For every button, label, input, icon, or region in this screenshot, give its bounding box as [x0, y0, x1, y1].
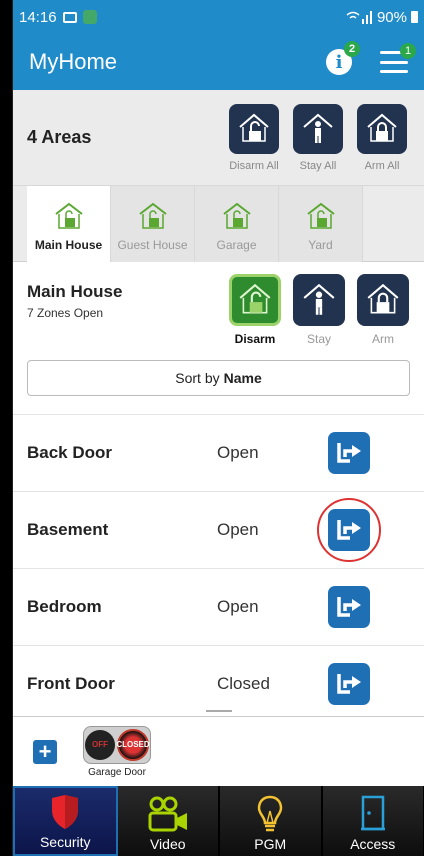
wifi-signal-icon	[346, 11, 372, 24]
zone-name: Basement	[27, 520, 109, 539]
list-item: Bedroom Open	[13, 568, 424, 645]
battery-icon	[411, 11, 418, 23]
zone-header: Main House 7 Zones Open Disarm Stay Arm	[13, 262, 424, 360]
green-house-icon	[138, 202, 167, 229]
zone-status: Open	[217, 597, 259, 616]
green-house-icon	[222, 202, 251, 229]
zone-name: Bedroom	[27, 597, 102, 616]
nav-label: PGM	[254, 836, 287, 852]
nav-access[interactable]: Access	[322, 786, 424, 856]
house-unlocked-icon	[229, 274, 281, 326]
pgm-label: Garage Door	[88, 766, 146, 778]
status-bar: 14:16 90%	[13, 0, 424, 34]
pgm-state-indicator: CLOSED	[116, 728, 150, 761]
area-tabs: Main House Guest House Garage Yard	[13, 186, 424, 262]
pgm-off-indicator: OFF	[85, 729, 115, 760]
disarm-all-button[interactable]: Disarm All	[226, 103, 282, 172]
list-item: Back Door Open	[13, 414, 424, 491]
zone-list: Back Door Open Basement Open Bedroom Ope…	[13, 414, 424, 722]
nav-label: Access	[350, 836, 396, 852]
list-item: Basement Open	[13, 491, 424, 568]
tab-label: Main House	[34, 238, 103, 252]
status-time: 14:16	[19, 8, 57, 26]
area-title: Main House	[27, 282, 123, 301]
battery-percent: 90%	[376, 8, 407, 26]
arm-button[interactable]: Arm	[356, 274, 410, 360]
menu-button[interactable]: 1	[380, 43, 416, 73]
highlight-circle	[317, 498, 381, 562]
zones-open-count: 7 Zones Open	[27, 306, 104, 320]
door-icon	[360, 795, 385, 831]
green-house-icon	[306, 202, 335, 229]
areas-title: 4 Areas	[27, 127, 92, 147]
tab-label: Yard	[308, 238, 333, 252]
areas-header: 4 Areas Disarm All Stay All Arm All	[13, 90, 424, 186]
green-house-icon	[54, 202, 83, 229]
app-title: MyHome	[29, 49, 118, 74]
zone-status: Open	[217, 443, 259, 462]
disarm-button[interactable]: Disarm	[228, 274, 282, 360]
tab-garage[interactable]: Garage	[195, 186, 279, 262]
bypass-arrow-icon	[337, 674, 361, 694]
info-button[interactable]: i 2	[326, 41, 360, 75]
app-notification-icon	[82, 10, 97, 24]
menu-icon-bar	[380, 70, 408, 73]
arm-label: Arm	[372, 332, 394, 346]
menu-badge: 1	[400, 43, 416, 59]
app-bar: MyHome i 2 1	[13, 34, 424, 90]
person-stay-icon	[293, 274, 345, 326]
nav-label: Video	[149, 836, 186, 852]
zone-status: Closed	[217, 674, 270, 693]
house-locked-icon	[357, 274, 409, 326]
disarm-all-label: Disarm All	[229, 159, 279, 172]
sort-prefix: Sort by	[175, 370, 220, 386]
nav-security[interactable]: Security	[13, 786, 118, 856]
pgm-quick-bar: + OFF CLOSED Garage Door	[13, 716, 424, 786]
zone-status: Open	[217, 520, 259, 539]
bypass-button[interactable]	[328, 663, 370, 705]
bypass-arrow-icon	[337, 597, 361, 617]
zone-name: Front Door	[27, 674, 115, 693]
arm-all-label: Arm All	[364, 159, 400, 172]
bottom-nav: Security Video PGM Access	[13, 786, 424, 856]
house-unlocked-icon	[229, 103, 279, 154]
add-button[interactable]: +	[33, 739, 57, 764]
pgm-switch[interactable]: OFF CLOSED	[83, 725, 151, 764]
lightbulb-icon	[257, 795, 283, 832]
tab-label: Guest House	[117, 238, 188, 252]
arm-all-button[interactable]: Arm All	[354, 103, 410, 172]
nav-pgm[interactable]: PGM	[220, 786, 323, 856]
bypass-button[interactable]	[328, 586, 370, 628]
sort-field: Name	[223, 370, 262, 386]
tab-guest-house[interactable]: Guest House	[111, 186, 195, 262]
house-locked-icon	[357, 103, 407, 154]
disarm-label: Disarm	[234, 332, 276, 346]
stay-label: Stay	[306, 332, 331, 346]
stay-button[interactable]: Stay	[292, 274, 346, 360]
shield-icon	[52, 795, 79, 829]
app-frame: 14:16 90% MyHome i 2 1 4 Areas Disarm Al…	[12, 0, 424, 856]
gallery-notification-icon	[62, 11, 77, 23]
tab-yard[interactable]: Yard	[279, 186, 363, 262]
info-badge: 2	[344, 41, 360, 57]
stay-all-label: Stay All	[299, 159, 337, 172]
stay-all-button[interactable]: Stay All	[290, 103, 346, 172]
nav-video[interactable]: Video	[117, 786, 220, 856]
bypass-arrow-icon	[337, 443, 361, 463]
zone-name: Back Door	[27, 443, 113, 462]
person-stay-icon	[293, 103, 343, 154]
info-icon: i	[335, 51, 343, 73]
sort-button[interactable]: Sort by Name	[27, 360, 410, 396]
nav-label: Security	[39, 834, 91, 850]
tab-main-house[interactable]: Main House	[27, 186, 111, 262]
tab-label: Garage	[216, 238, 257, 252]
video-camera-icon	[148, 796, 187, 832]
sort-section: Sort by Name	[13, 360, 424, 414]
menu-icon-bar	[380, 60, 408, 64]
pgm-tile-garage-door[interactable]: OFF CLOSED Garage Door	[83, 725, 151, 778]
bypass-button[interactable]	[328, 432, 370, 474]
